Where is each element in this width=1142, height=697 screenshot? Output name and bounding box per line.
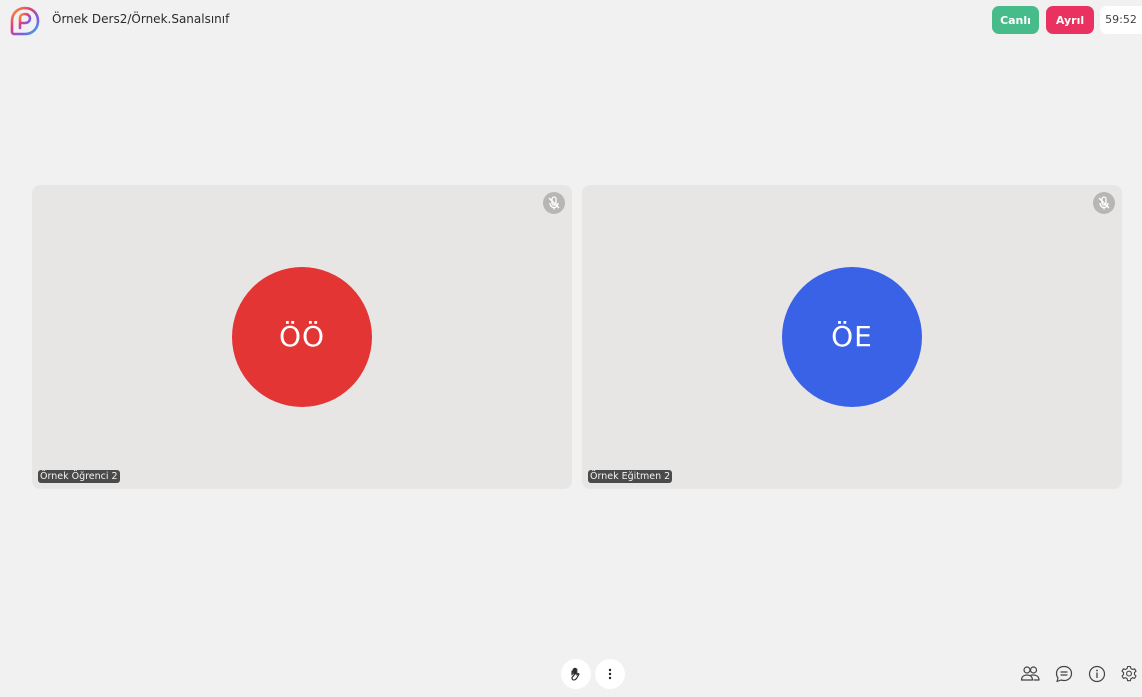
more-vertical-icon — [595, 665, 625, 683]
settings-icon[interactable] — [1118, 663, 1140, 685]
info-icon[interactable] — [1086, 663, 1108, 685]
mic-off-icon — [1093, 192, 1115, 214]
avatar: ÖE — [782, 267, 922, 407]
page-title: Örnek Ders2/Örnek.Sanalsınıf — [52, 12, 230, 26]
avatar: ÖÖ — [232, 267, 372, 407]
app-logo-icon[interactable] — [9, 5, 41, 37]
participant-tile[interactable]: ÖÖ Örnek Öğrenci 2 — [32, 185, 572, 489]
chat-icon[interactable] — [1053, 663, 1075, 685]
top-bar: Örnek Ders2/Örnek.Sanalsınıf Canlı Ayrıl… — [0, 0, 1142, 44]
live-button[interactable]: Canlı — [992, 6, 1039, 34]
participant-name: Örnek Öğrenci 2 — [38, 470, 120, 483]
leave-button[interactable]: Ayrıl — [1046, 6, 1094, 34]
participant-name: Örnek Eğitmen 2 — [588, 470, 673, 483]
raise-hand-icon — [561, 665, 591, 683]
raise-hand-button[interactable] — [561, 659, 591, 689]
mic-off-icon — [543, 192, 565, 214]
participant-tile[interactable]: ÖE Örnek Eğitmen 2 — [582, 185, 1122, 489]
participants-icon[interactable] — [1019, 663, 1041, 685]
session-timer: 59:52 — [1100, 6, 1142, 34]
more-options-button[interactable] — [595, 659, 625, 689]
